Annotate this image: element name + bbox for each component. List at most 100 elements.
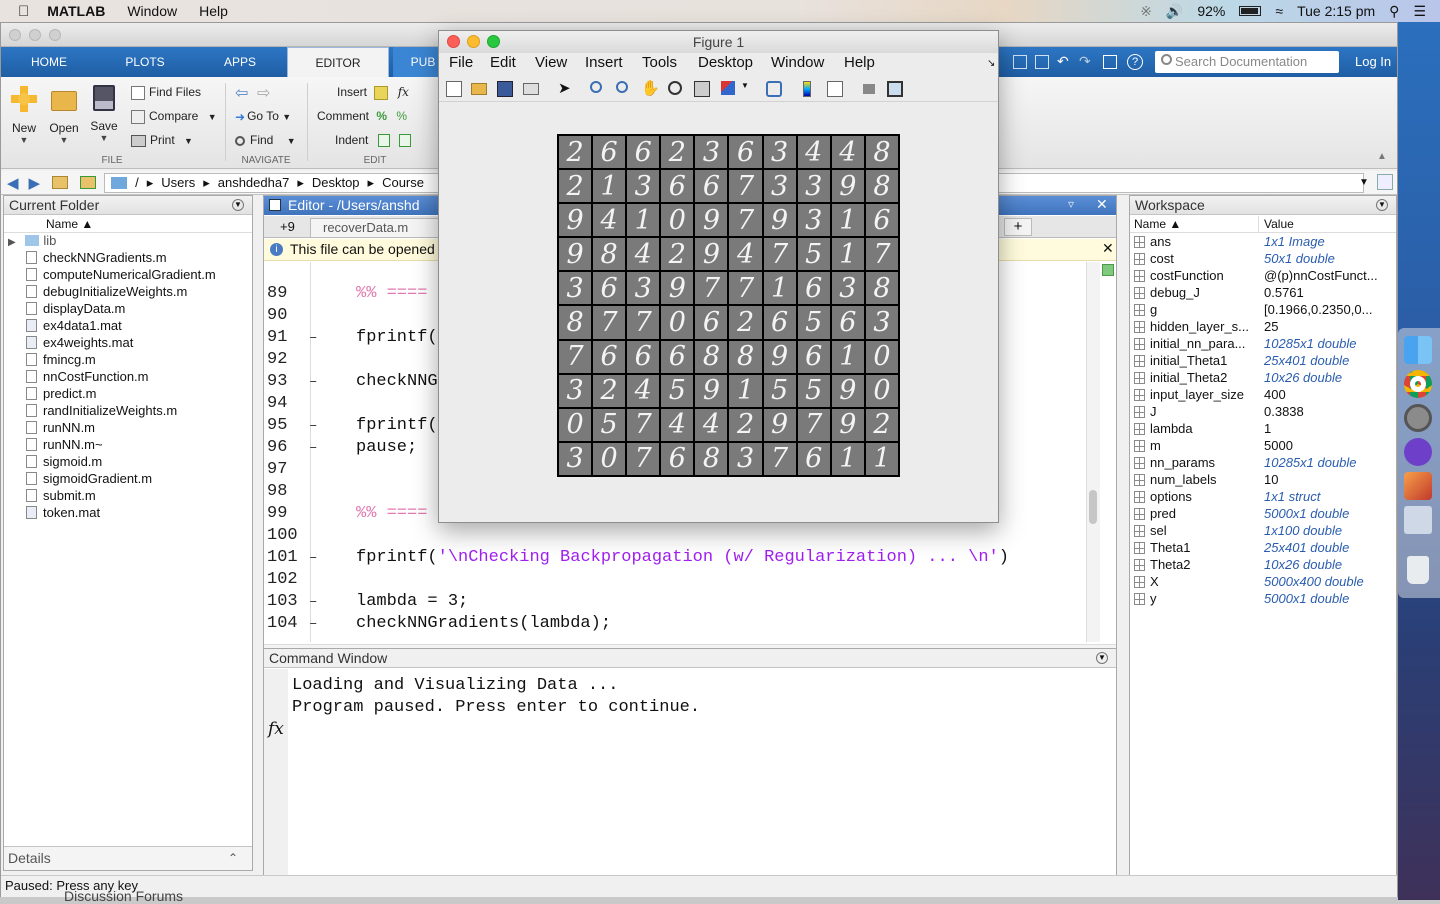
login-link[interactable]: Log In: [1355, 54, 1391, 69]
brush-dropdown-icon[interactable]: ▼: [741, 81, 757, 97]
figure-menu-window[interactable]: Window: [771, 54, 824, 74]
edit-plot-icon[interactable]: ➤: [558, 81, 574, 97]
workspace-variable-row[interactable]: X 5000x400 double: [1130, 574, 1396, 591]
open-button[interactable]: Open ▼: [47, 85, 81, 145]
vertical-scrollbar[interactable]: [1086, 262, 1100, 642]
close-notice-icon[interactable]: ✕: [1102, 240, 1114, 257]
find-files-button[interactable]: Find Files: [131, 85, 201, 100]
clock[interactable]: Tue 2:15 pm: [1297, 3, 1375, 19]
breakpoint-dash[interactable]: –: [309, 550, 317, 566]
notification-center-icon[interactable]: ☰: [1413, 3, 1426, 20]
print-button[interactable]: Print ▼: [131, 133, 193, 147]
workspace-variable-row[interactable]: debug_J 0.5761: [1130, 285, 1396, 302]
figure-menu-insert[interactable]: Insert: [585, 54, 623, 74]
bluetooth-icon[interactable]: ※: [1140, 3, 1152, 20]
save-figure-icon[interactable]: [497, 81, 513, 97]
breakpoint-dash[interactable]: –: [309, 440, 317, 456]
zoom-out-icon[interactable]: [616, 81, 628, 93]
workspace-variable-row[interactable]: nn_params 10285x1 double: [1130, 455, 1396, 472]
file-item[interactable]: checkNNGradients.m: [4, 250, 252, 267]
workspace-variable-row[interactable]: num_labels 10: [1130, 472, 1396, 489]
breakpoint-dash[interactable]: –: [309, 616, 317, 632]
workspace-variable-row[interactable]: pred 5000x1 double: [1130, 506, 1396, 523]
file-item[interactable]: randInitializeWeights.m: [4, 403, 252, 420]
print-figure-icon[interactable]: [523, 83, 539, 95]
workspace-variable-row[interactable]: initial_Theta2 10x26 double: [1130, 370, 1396, 387]
path-users[interactable]: Users: [161, 175, 195, 190]
editor-close-icon[interactable]: ✕: [1096, 196, 1108, 213]
brush-icon[interactable]: [721, 81, 735, 95]
folder-item-lib[interactable]: ▶ lib: [4, 233, 252, 250]
help-icon[interactable]: ?: [1127, 54, 1143, 70]
new-figure-icon[interactable]: [446, 81, 462, 97]
forward-icon[interactable]: ▶: [29, 174, 41, 192]
expand-arrow-icon[interactable]: ▶: [8, 237, 16, 248]
path-course[interactable]: Course: [382, 175, 424, 190]
figure-minimize-button[interactable]: [467, 35, 480, 48]
matlab-icon[interactable]: [1404, 472, 1432, 500]
file-item[interactable]: token.mat: [4, 505, 252, 522]
workspace-variable-row[interactable]: cost 50x1 double: [1130, 251, 1396, 268]
collapse-ribbon-icon[interactable]: ▲: [1377, 151, 1387, 162]
chrome-icon[interactable]: [1404, 370, 1432, 398]
vertical-scroll-thumb[interactable]: [1089, 490, 1097, 524]
workspace-variable-row[interactable]: Theta1 25x401 double: [1130, 540, 1396, 557]
file-item[interactable]: ex4data1.mat: [4, 318, 252, 335]
file-item[interactable]: sigmoid.m: [4, 454, 252, 471]
workspace-variable-row[interactable]: m 5000: [1130, 438, 1396, 455]
volume-icon[interactable]: 🔊: [1166, 3, 1183, 20]
address-search-icon[interactable]: [1377, 174, 1393, 190]
go-to-button[interactable]: ➜ Go To ▼: [235, 109, 291, 124]
battery-icon[interactable]: [1239, 6, 1262, 16]
hide-plot-tools-icon[interactable]: [863, 84, 875, 94]
path-root[interactable]: /: [135, 175, 139, 190]
address-dropdown-icon[interactable]: ▼: [1359, 177, 1369, 188]
undo-icon[interactable]: ↶: [1057, 53, 1069, 70]
figure-menu-file[interactable]: File: [449, 54, 473, 74]
forward-arrow-icon[interactable]: ⇨: [257, 83, 270, 103]
workspace-actions-icon[interactable]: ▼: [1376, 199, 1388, 211]
insert-legend-icon[interactable]: [827, 81, 843, 97]
workspace-variable-row[interactable]: initial_Theta1 25x401 double: [1130, 353, 1396, 370]
show-plot-tools-icon[interactable]: [887, 81, 903, 97]
breakpoint-dash[interactable]: –: [309, 594, 317, 610]
workspace-variable-row[interactable]: lambda 1: [1130, 421, 1396, 438]
dock-figure-icon[interactable]: ↘: [987, 58, 995, 69]
workspace-variable-row[interactable]: input_layer_size 400: [1130, 387, 1396, 404]
insert-button[interactable]: Insert fx: [337, 85, 409, 100]
system-preferences-icon[interactable]: [1404, 404, 1432, 432]
new-button[interactable]: New ▼: [7, 85, 41, 145]
tab-recoverdata[interactable]: recoverData.m: [310, 218, 440, 237]
file-item[interactable]: ex4weights.mat: [4, 335, 252, 352]
file-item[interactable]: nnCostFunction.m: [4, 369, 252, 386]
search-documentation-input[interactable]: Search Documentation: [1155, 51, 1339, 73]
figure-zoom-button[interactable]: [487, 35, 500, 48]
figure-menu-edit[interactable]: Edit: [490, 54, 516, 74]
tab-home[interactable]: HOME: [5, 47, 93, 77]
zoom-in-icon[interactable]: [590, 81, 602, 93]
workspace-variable-row[interactable]: costFunction @(p)nnCostFunct...: [1130, 268, 1396, 285]
file-item[interactable]: debugInitializeWeights.m: [4, 284, 252, 301]
file-item[interactable]: predict.m: [4, 386, 252, 403]
minimize-window-button[interactable]: [29, 29, 41, 41]
github-icon[interactable]: [1404, 438, 1432, 466]
new-tab-icon[interactable]: +: [1004, 218, 1032, 236]
workspace-variable-row[interactable]: Theta2 10x26 double: [1130, 557, 1396, 574]
details-panel[interactable]: Details ⌃: [4, 846, 252, 870]
file-item[interactable]: submit.m: [4, 488, 252, 505]
breakpoint-dash[interactable]: –: [309, 374, 317, 390]
workspace-variable-row[interactable]: ans 1x1 Image: [1130, 234, 1396, 251]
breakpoint-dash[interactable]: –: [309, 418, 317, 434]
file-item[interactable]: displayData.m: [4, 301, 252, 318]
workspace-variable-row[interactable]: J 0.3838: [1130, 404, 1396, 421]
editor-actions-icon[interactable]: ▿: [1068, 197, 1074, 211]
column-header-name[interactable]: Name ▲: [1134, 216, 1181, 233]
figure-menu-view[interactable]: View: [535, 54, 567, 74]
figure-menu-help[interactable]: Help: [844, 54, 875, 74]
zoom-window-button[interactable]: [49, 29, 61, 41]
function-browser-icon[interactable]: fx: [268, 719, 284, 739]
workspace-variable-row[interactable]: options 1x1 struct: [1130, 489, 1396, 506]
workspace-variable-row[interactable]: y 5000x1 double: [1130, 591, 1396, 608]
preview-icon[interactable]: [1404, 506, 1432, 534]
wifi-icon[interactable]: ≈: [1275, 3, 1283, 19]
